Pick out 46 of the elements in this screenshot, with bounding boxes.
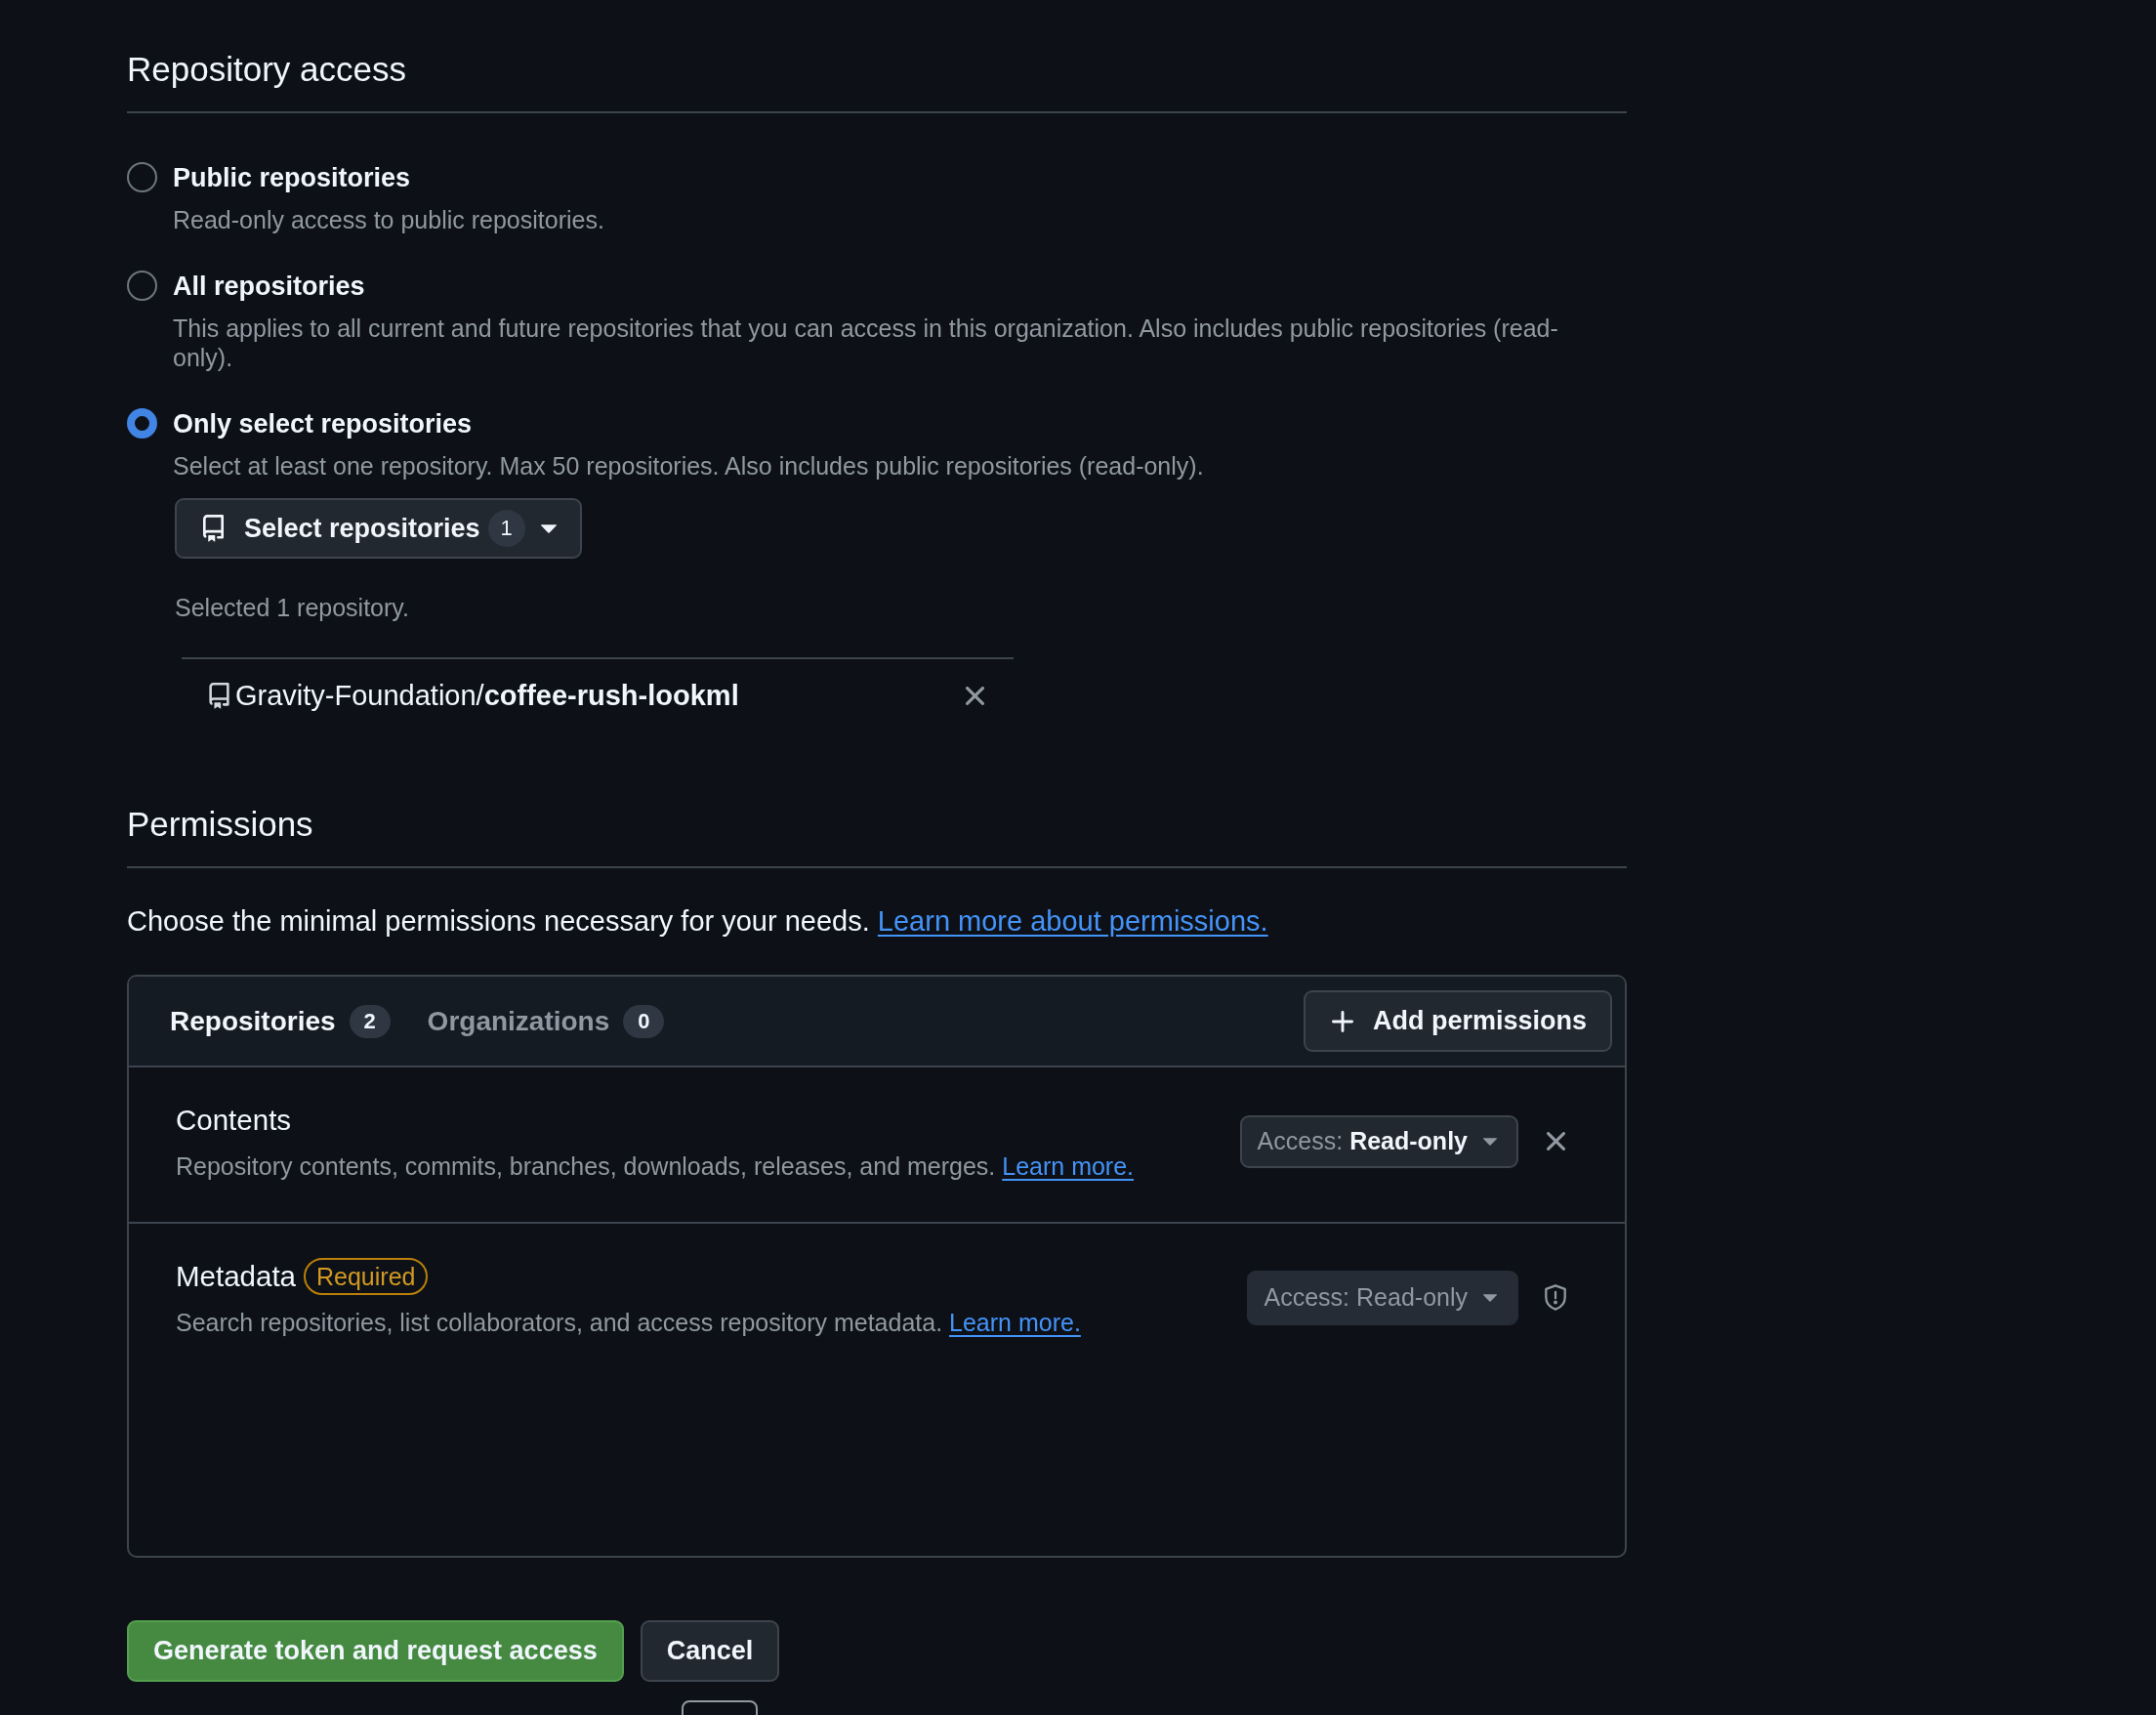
cancel-button[interactable]: Cancel (640, 1620, 780, 1682)
access-label: Access: (1257, 1127, 1344, 1155)
remove-button[interactable] (966, 686, 984, 705)
count-badge: 2 (349, 1004, 391, 1038)
count-badge: 1 (487, 510, 525, 547)
tab[interactable]: Repositories 2 (170, 1004, 391, 1038)
permission-description: Search repositories, list collaborators, and access repository metadata. Learn more. (176, 1308, 1082, 1337)
close-icon (966, 686, 984, 705)
shield-icon (1545, 1284, 1566, 1311)
access-dropdown[interactable]: Access: Read-only (1239, 1114, 1518, 1168)
select-repositories-button[interactable]: Select repositories 1 (175, 498, 582, 559)
option-label: Public repositories (173, 162, 412, 194)
plus-icon (1331, 1010, 1353, 1032)
permission-description: Repository contents, commits, branches, downloads, releases, and merges. Learn more. (176, 1151, 1136, 1181)
repository-name: Gravity-Foundation/coffee-rush-lookml (235, 679, 740, 712)
tab[interactable]: Organizations 0 (427, 1004, 665, 1038)
repo-icon (203, 515, 224, 542)
radio-button[interactable] (127, 162, 157, 192)
option-label: Only select repositories (173, 408, 474, 440)
repo-icon (209, 682, 229, 709)
section-heading: Permissions (127, 804, 314, 845)
selection-summary: Selected 1 repository. (175, 593, 410, 622)
option-label: All repositories (173, 271, 366, 303)
generate-token-button[interactable]: Generate token and request access (127, 1620, 624, 1682)
radio-button[interactable] (127, 408, 157, 439)
option-description: This applies to all current and future repositories that you can access in this organization. Also includes public repositories (read-only). (173, 314, 1559, 372)
remove-button[interactable] (1546, 1132, 1565, 1150)
add-permissions-button[interactable]: Add permissions (1303, 990, 1612, 1052)
access-value: Read-only (1356, 1283, 1468, 1312)
intro-text: Choose the minimal permissions necessary for your needs. Learn more about permissions. (127, 904, 1269, 939)
option-description: Read-only access to public repositories. (173, 205, 604, 234)
permission-title: Metadata (176, 1259, 296, 1294)
access-value: Read-only (1349, 1127, 1468, 1155)
section-heading: Repository access (127, 49, 407, 90)
required-badge: Required (304, 1258, 429, 1295)
option-description: Select at least one repository. Max 50 repositories. Also includes public repositories (read-only). (173, 451, 1204, 481)
caret-icon (540, 523, 557, 533)
learn-more-link[interactable]: Learn more about permissions. (877, 905, 1268, 937)
learn-more-link[interactable]: Learn more. (1002, 1152, 1135, 1180)
radio-button[interactable] (127, 271, 157, 301)
permission-title: Contents (176, 1103, 292, 1138)
caret-icon (1483, 1137, 1497, 1146)
access-label: Access: (1264, 1283, 1350, 1312)
close-icon (1546, 1132, 1565, 1150)
count-badge: 0 (623, 1004, 665, 1038)
caret-icon (1483, 1293, 1497, 1302)
